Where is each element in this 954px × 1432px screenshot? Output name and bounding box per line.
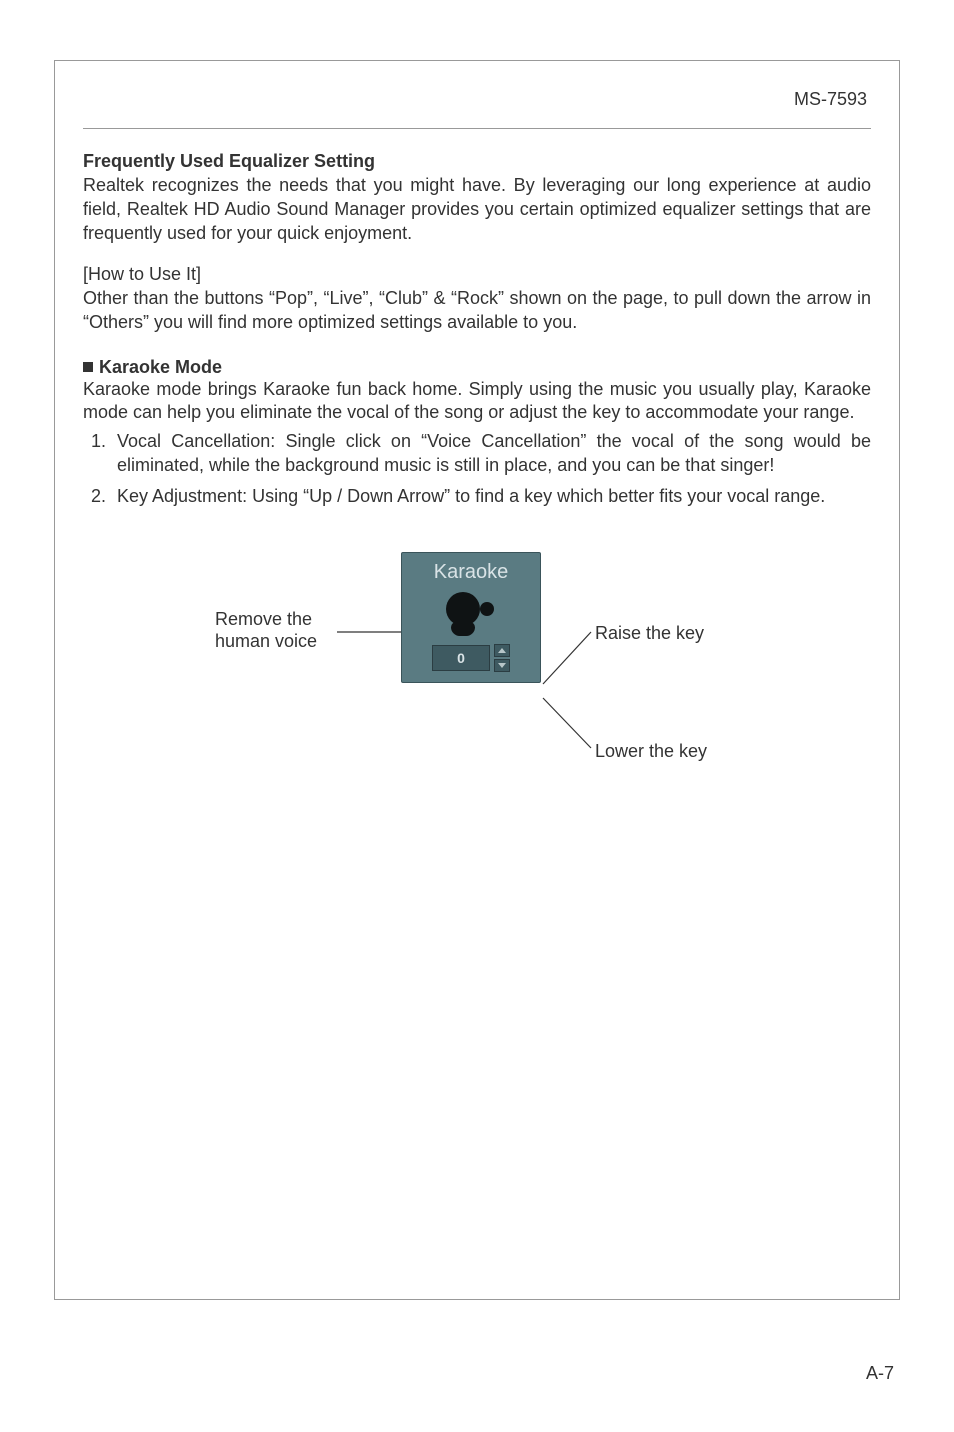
howto-body: Other than the buttons “Pop”, “Live”, “C… [83, 287, 871, 335]
list-item: Vocal Cancellation: Single click on “Voi… [111, 429, 871, 478]
eq-paragraph: Realtek recognizes the needs that you mi… [83, 174, 871, 245]
model-number: MS-7593 [83, 89, 867, 110]
page-number: A-7 [866, 1363, 894, 1384]
lower-key-button[interactable] [494, 659, 510, 672]
header-divider [83, 128, 871, 129]
label-raise-key: Raise the key [595, 622, 704, 645]
chevron-down-icon [498, 663, 506, 668]
karaoke-widget: Karaoke 0 [401, 552, 541, 683]
singer-icon[interactable] [444, 590, 498, 636]
list-item: Key Adjustment: Using “Up / Down Arrow” … [111, 484, 871, 508]
karaoke-section-title: Karaoke Mode [83, 357, 871, 378]
howto-title: [How to Use It] [83, 263, 871, 287]
karaoke-figure: Remove the human voice Karaoke 0 Raise t… [83, 542, 871, 802]
label-lower-key: Lower the key [595, 740, 707, 763]
raise-key-button[interactable] [494, 644, 510, 657]
karaoke-list: Vocal Cancellation: Single click on “Voi… [83, 429, 871, 508]
bullet-square-icon [83, 362, 93, 372]
karaoke-widget-title: Karaoke [434, 561, 509, 584]
karaoke-title-text: Karaoke Mode [99, 357, 222, 377]
key-stepper: 0 [432, 644, 510, 672]
key-arrows [494, 644, 510, 672]
karaoke-paragraph: Karaoke mode brings Karaoke fun back hom… [83, 378, 871, 426]
label-remove-voice: Remove the human voice [215, 608, 345, 653]
eq-section-title: Frequently Used Equalizer Setting [83, 151, 871, 172]
chevron-up-icon [498, 648, 506, 653]
key-value: 0 [432, 645, 490, 671]
